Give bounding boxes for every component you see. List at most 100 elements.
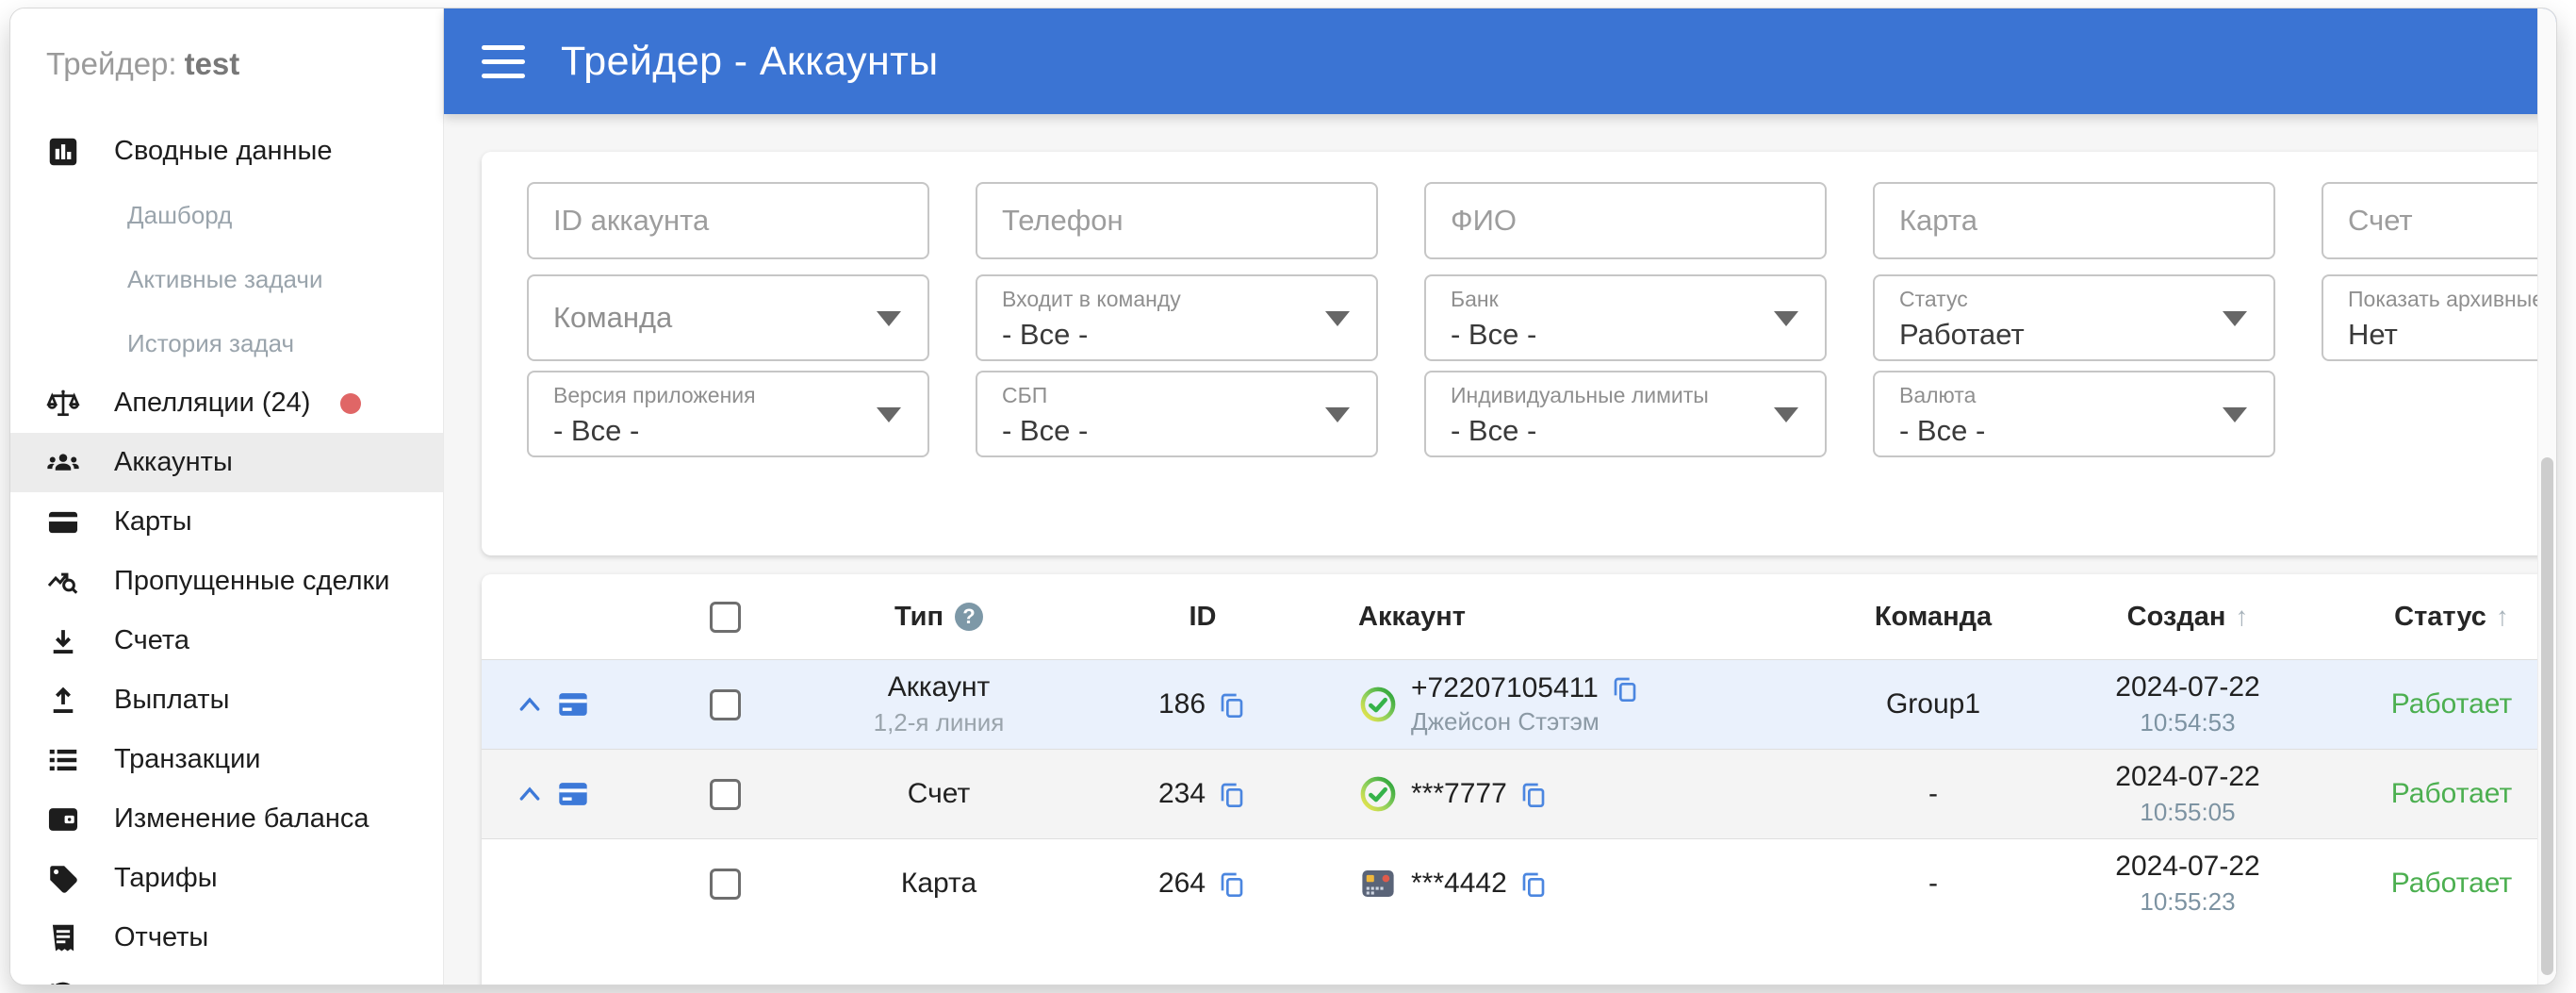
sidebar-item-balance-change[interactable]: Изменение баланса — [10, 789, 443, 849]
row-checkbox[interactable] — [710, 688, 741, 720]
chevron-down-icon — [1774, 407, 1798, 422]
chevron-down-icon — [1325, 311, 1350, 326]
filter-row-2: Команда Входит в команду - Все - Банк - … — [527, 274, 2556, 361]
copy-icon[interactable] — [1610, 673, 1640, 703]
copy-icon[interactable] — [1518, 779, 1549, 809]
sidebar-item-label: Изменение баланса — [114, 803, 369, 834]
main-area: Трейдер - Аккаунты Команда — [444, 8, 2556, 985]
sidebar-item-transactions[interactable]: Транзакции — [10, 730, 443, 789]
collapse-chevron-icon[interactable] — [517, 785, 542, 803]
copy-icon[interactable] — [1217, 779, 1247, 809]
sidebar-item-label: Тарифы — [114, 863, 218, 893]
bank-select[interactable]: Банк - Все - — [1424, 274, 1827, 361]
created-time: 10:55:23 — [2140, 887, 2236, 916]
sidebar-item-summary[interactable]: Сводные данные — [10, 122, 443, 181]
row-checkbox[interactable] — [710, 868, 741, 900]
page-title: Трейдер - Аккаунты — [561, 38, 939, 84]
sidebar: Трейдер: test Сводные данные Дашборд Акти… — [10, 8, 444, 985]
select-label: Банк — [1451, 287, 1499, 311]
sbp-select[interactable]: СБП - Все - — [976, 371, 1378, 457]
card-input[interactable] — [1873, 182, 2275, 259]
select-label: Показать архивные — [2348, 287, 2545, 311]
copy-icon[interactable] — [1217, 689, 1247, 720]
collapse-chevron-icon[interactable] — [517, 695, 542, 714]
app-window: Трейдер: test Сводные данные Дашборд Акти… — [9, 8, 2557, 985]
sidebar-item-deposits-withdrawals[interactable]: $ Депозиты и выводы — [10, 968, 443, 985]
sidebar-item-active-tasks[interactable]: Активные задачи — [10, 250, 443, 309]
select-label: Валюта — [1899, 383, 1977, 407]
column-header-created[interactable]: Создан ↑ — [2065, 574, 2310, 659]
chevron-down-icon — [877, 407, 901, 422]
select-label: СБП — [1002, 383, 1048, 407]
account-value: ***4442 — [1411, 868, 1507, 899]
hamburger-menu-icon[interactable] — [482, 44, 525, 78]
bar-chart-icon — [44, 133, 82, 171]
created-date: 2024-07-22 — [2115, 761, 2260, 792]
sidebar-item-label: Счета — [114, 625, 189, 655]
sidebar-item-dashboard[interactable]: Дашборд — [10, 186, 443, 245]
select-value: Работает — [1899, 318, 2025, 352]
account-holder-name: Джейсон Стэтэм — [1411, 707, 1600, 736]
in-team-select[interactable]: Входит в команду - Все - — [976, 274, 1378, 361]
sidebar-item-missed-deals[interactable]: Пропущенные сделки — [10, 552, 443, 611]
sidebar-item-payouts[interactable]: Выплаты — [10, 670, 443, 730]
help-icon[interactable]: ? — [954, 603, 983, 631]
card-link-icon[interactable] — [557, 781, 589, 807]
sidebar-nav: Сводные данные Дашборд Активные задачи И… — [10, 122, 443, 985]
missed-deals-icon — [44, 563, 82, 601]
sidebar-item-label: Дашборд — [127, 201, 233, 229]
sber-check-icon — [1360, 687, 1396, 722]
sidebar-item-cards[interactable]: Карты — [10, 492, 443, 552]
account-id-input[interactable] — [527, 182, 929, 259]
account-id: 234 — [1157, 778, 1206, 809]
sidebar-item-accounts[interactable]: Аккаунты — [10, 433, 443, 492]
sidebar-item-label: Аккаунты — [114, 447, 233, 477]
screenshot-stage: Трейдер: test Сводные данные Дашборд Акти… — [0, 0, 2576, 993]
copy-icon[interactable] — [1518, 869, 1549, 899]
currency-select[interactable]: Валюта - Все - — [1873, 371, 2275, 457]
select-label: Версия приложения — [553, 383, 756, 407]
select-value: Команда — [553, 301, 673, 334]
status-badge: Работает — [2390, 688, 2513, 720]
sidebar-item-appeals[interactable]: Апелляции (24) — [10, 373, 443, 433]
sidebar-item-task-history[interactable]: История задач — [10, 314, 443, 373]
team-select[interactable]: Команда — [527, 274, 929, 361]
sidebar-item-label: Карты — [114, 506, 192, 537]
full-name-input[interactable] — [1424, 182, 1827, 259]
phone-input[interactable] — [976, 182, 1378, 259]
show-archived-select[interactable]: Показать архивные Нет — [2322, 274, 2556, 361]
select-all-checkbox[interactable] — [710, 601, 741, 633]
vertical-scrollbar[interactable] — [2537, 8, 2556, 985]
team-value: - — [1928, 778, 1938, 809]
account-type: Аккаунт — [887, 671, 991, 703]
account-id: 264 — [1157, 868, 1206, 899]
chevron-down-icon — [2223, 407, 2247, 422]
sidebar-item-label: Отчеты — [114, 922, 209, 952]
select-label: Индивидуальные лимиты — [1451, 383, 1709, 407]
scrollbar-thumb[interactable] — [2541, 457, 2553, 975]
row-checkbox[interactable] — [710, 778, 741, 810]
sort-up-icon: ↑ — [2495, 602, 2509, 631]
app-version-select[interactable]: Версия приложения - Все - — [527, 371, 929, 457]
created-date: 2024-07-22 — [2115, 671, 2260, 703]
sidebar-item-invoices[interactable]: Счета — [10, 611, 443, 670]
table-row: Счет 234 ***7777 - 2024-07-22 10:55:05 Р… — [482, 749, 2556, 838]
individual-limits-select[interactable]: Индивидуальные лимиты - Все - — [1424, 371, 1827, 457]
sidebar-item-label: Апелляции (24) — [114, 388, 311, 418]
sidebar-item-reports[interactable]: Отчеты — [10, 908, 443, 968]
card-link-icon[interactable] — [557, 691, 589, 718]
sber-check-icon — [1360, 776, 1396, 812]
bank-card-icon — [1362, 870, 1394, 897]
copy-icon[interactable] — [1217, 869, 1247, 899]
tag-icon — [44, 860, 82, 898]
column-header-status[interactable]: Статус ↑ — [2310, 574, 2556, 659]
select-label: Входит в команду — [1002, 287, 1181, 311]
sidebar-item-tariffs[interactable]: Тарифы — [10, 849, 443, 908]
wallet-icon — [44, 801, 82, 838]
upload-icon — [44, 682, 82, 720]
receipt-icon — [44, 919, 82, 957]
account-number-input[interactable] — [2322, 182, 2556, 259]
status-select[interactable]: Статус Работает — [1873, 274, 2275, 361]
created-time: 10:55:05 — [2140, 798, 2236, 826]
select-value: - Все - — [1899, 414, 1986, 448]
